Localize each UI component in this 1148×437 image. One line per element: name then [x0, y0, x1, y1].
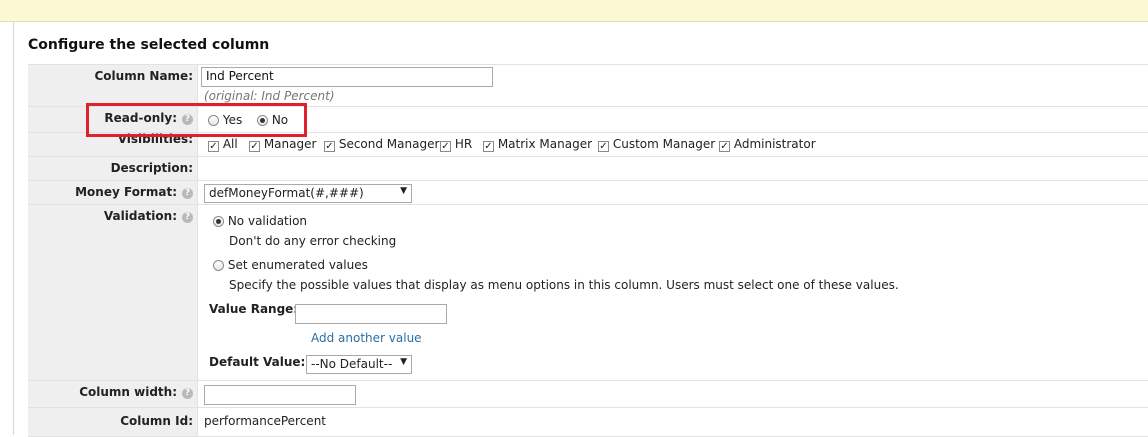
- validation-label: Validation:: [103, 209, 177, 223]
- column-width-label: Column width:: [79, 385, 177, 399]
- value-range-input[interactable]: [295, 304, 447, 324]
- column-id-label: Column Id:: [120, 414, 193, 428]
- checkmark-icon[interactable]: ✓: [598, 141, 609, 152]
- page-title: Configure the selected column: [28, 37, 270, 53]
- money-format-row: Money Format:? defMoneyFormat(#,###) ▼: [28, 180, 1148, 205]
- column-config-panel: Configure the selected column Column Nam…: [13, 22, 1148, 437]
- chevron-down-icon: ▼: [400, 186, 407, 196]
- column-id-row: Column Id: performancePercent: [28, 407, 1148, 437]
- visibility-matrix-manager[interactable]: ✓ Matrix Manager: [483, 137, 592, 152]
- default-value-label: Default Value:: [209, 355, 306, 369]
- enumerated-desc: Specify the possible values that display…: [229, 278, 899, 292]
- help-icon[interactable]: ?: [182, 188, 193, 199]
- description-label: Description:: [110, 161, 193, 175]
- no-validation-radio[interactable]: [213, 216, 224, 227]
- column-id-value: performancePercent: [204, 414, 327, 428]
- visibility-all[interactable]: ✓ All: [208, 137, 238, 152]
- visibility-hr[interactable]: ✓ HR: [440, 137, 472, 152]
- checkmark-icon[interactable]: ✓: [249, 141, 260, 152]
- column-name-row: Column Name: Ind Percent (original: Ind …: [28, 64, 1148, 107]
- money-format-label: Money Format:: [75, 185, 177, 199]
- enumerated-radio[interactable]: [213, 260, 224, 271]
- checkmark-icon[interactable]: ✓: [440, 141, 451, 152]
- column-name-input[interactable]: Ind Percent: [201, 67, 493, 87]
- money-format-select[interactable]: defMoneyFormat(#,###) ▼: [204, 184, 412, 203]
- chevron-down-icon: ▼: [400, 357, 407, 367]
- visibility-second-manager[interactable]: ✓ Second Manager: [324, 137, 439, 152]
- checkmark-icon[interactable]: ✓: [208, 141, 219, 152]
- column-name-label: Column Name:: [94, 69, 193, 83]
- visibility-custom-manager[interactable]: ✓ Custom Manager: [598, 137, 715, 152]
- validation-row: Validation:? No validation Don't do any …: [28, 204, 1148, 381]
- read-only-highlight-box: [86, 103, 307, 137]
- top-notification-bar: [0, 0, 1148, 22]
- add-another-value-link[interactable]: Add another value: [311, 331, 422, 345]
- column-width-input[interactable]: [204, 385, 356, 405]
- no-validation-desc: Don't do any error checking: [229, 234, 397, 248]
- original-name-hint: (original: Ind Percent): [204, 89, 335, 103]
- visibility-manager[interactable]: ✓ Manager: [249, 137, 316, 152]
- column-width-row: Column width:?: [28, 380, 1148, 408]
- help-icon[interactable]: ?: [182, 212, 193, 223]
- enumerated-option[interactable]: Set enumerated values: [213, 258, 368, 272]
- checkmark-icon[interactable]: ✓: [719, 141, 730, 152]
- default-value-select[interactable]: --No Default-- ▼: [306, 355, 412, 374]
- no-validation-option[interactable]: No validation: [213, 214, 307, 228]
- checkmark-icon[interactable]: ✓: [324, 141, 335, 152]
- value-range-label: Value Range:: [209, 302, 299, 316]
- help-icon[interactable]: ?: [182, 388, 193, 399]
- description-row: Description:: [28, 156, 1148, 181]
- checkmark-icon[interactable]: ✓: [483, 141, 494, 152]
- visibility-administrator[interactable]: ✓ Administrator: [719, 137, 816, 152]
